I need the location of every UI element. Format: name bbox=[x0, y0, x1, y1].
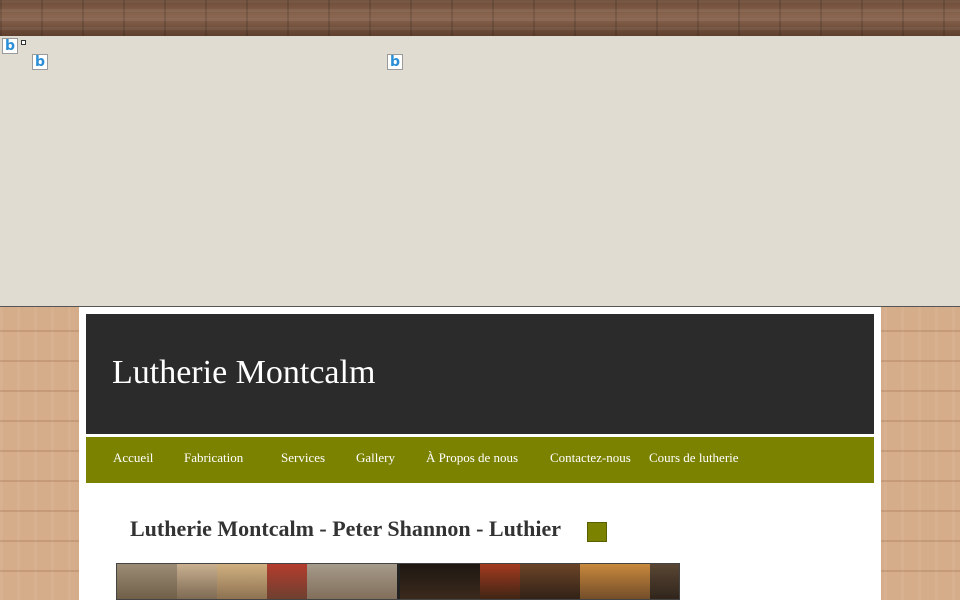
site-header: Lutherie Montcalm bbox=[86, 314, 874, 434]
nav-item-services[interactable]: Services bbox=[281, 450, 325, 466]
page-container: Lutherie Montcalm Accueil Fabrication Se… bbox=[79, 307, 881, 600]
nav-item-a-propos[interactable]: À Propos de nous bbox=[426, 450, 518, 466]
nav-item-gallery[interactable]: Gallery bbox=[356, 450, 395, 466]
nav-item-accueil[interactable]: Accueil bbox=[113, 450, 153, 466]
top-wood-banner bbox=[0, 0, 960, 36]
bing-icon[interactable]: b bbox=[387, 54, 403, 70]
heading-accent-square bbox=[587, 522, 607, 542]
page-heading: Lutherie Montcalm - Peter Shannon - Luth… bbox=[130, 516, 562, 541]
bing-icon[interactable]: b bbox=[32, 54, 48, 70]
main-nav: Accueil Fabrication Services Gallery À P… bbox=[86, 437, 874, 483]
ad-area: b b b bbox=[0, 36, 960, 307]
nav-item-cours[interactable]: Cours de lutherie bbox=[649, 450, 739, 466]
site-title[interactable]: Lutherie Montcalm bbox=[112, 354, 375, 392]
ad-close-marker[interactable] bbox=[21, 40, 26, 45]
bing-icon[interactable]: b bbox=[2, 38, 18, 54]
workshop-photo bbox=[116, 563, 680, 600]
nav-item-contact[interactable]: Contactez-nous bbox=[550, 450, 631, 466]
nav-item-fabrication[interactable]: Fabrication bbox=[184, 450, 243, 466]
